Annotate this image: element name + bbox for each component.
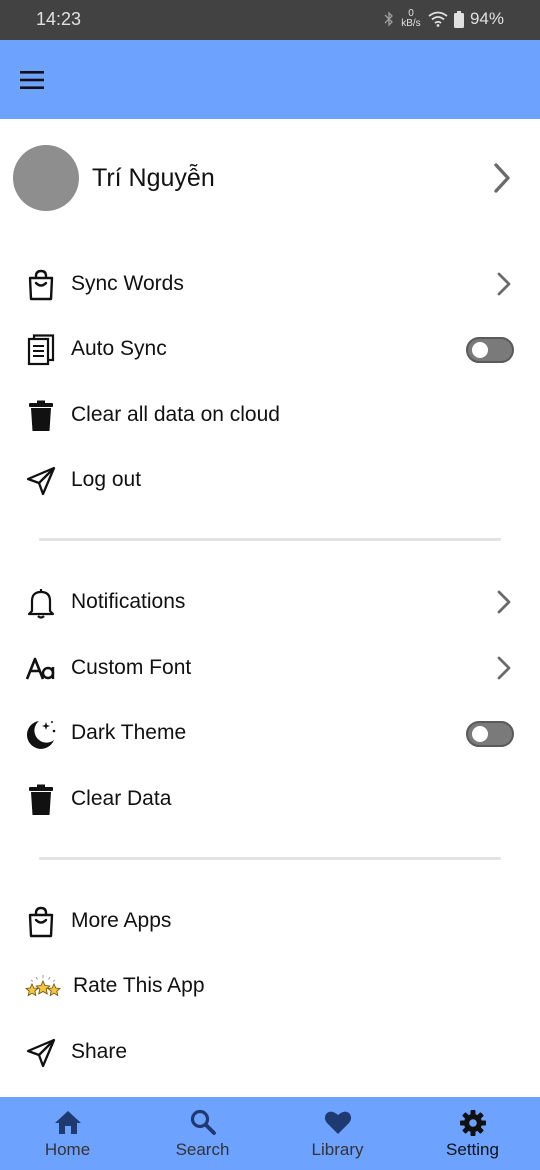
shopping-bag-icon	[24, 905, 58, 939]
share-label: Share	[71, 1040, 128, 1063]
net-speed-unit: kB/s	[401, 18, 421, 29]
sync-words-label: Sync Words	[71, 272, 184, 295]
status-bar: 14:23 0 kB/s 94%	[0, 0, 540, 40]
nav-library-label: Library	[311, 1140, 364, 1159]
font-icon	[24, 652, 58, 686]
avatar[interactable]	[13, 145, 79, 211]
stars-icon	[24, 970, 62, 1004]
battery-percent: 94%	[469, 9, 504, 28]
profile-name: Trí Nguyễn	[92, 164, 215, 192]
toggle-knob	[472, 726, 488, 742]
clear-data-row[interactable]: Clear Data	[0, 771, 540, 827]
clear-cloud-data-row[interactable]: Clear all data on cloud	[0, 387, 540, 443]
section-divider	[39, 538, 501, 541]
chevron-right-icon	[497, 590, 511, 614]
wifi-icon	[428, 11, 448, 27]
sync-words-row[interactable]: Sync Words	[0, 256, 540, 312]
status-time: 14:23	[36, 9, 82, 29]
hamburger-menu-icon[interactable]	[14, 62, 50, 98]
bottom-navigation: Home Search Library Setting	[0, 1097, 540, 1170]
net-speed: 0 kB/s	[400, 9, 422, 29]
nav-home[interactable]: Home	[0, 1097, 135, 1170]
more-apps-label: More Apps	[71, 909, 172, 932]
log-out-label: Log out	[71, 468, 142, 491]
auto-sync-row[interactable]: Auto Sync	[0, 321, 540, 377]
search-icon	[190, 1109, 216, 1135]
dark-theme-row[interactable]: Dark Theme	[0, 705, 540, 761]
chevron-right-icon	[494, 163, 510, 193]
chevron-right-icon	[497, 272, 511, 296]
document-icon	[24, 333, 58, 367]
heart-icon	[324, 1111, 351, 1134]
notifications-row[interactable]: Notifications	[0, 574, 540, 630]
rate-app-label: Rate This App	[73, 974, 205, 997]
app-bar	[0, 40, 540, 119]
rate-app-row[interactable]: Rate This App	[0, 958, 540, 1014]
nav-setting-label: Setting	[446, 1140, 499, 1159]
send-icon	[24, 464, 58, 498]
status-indicators: 0 kB/s 94%	[384, 9, 504, 29]
clear-data-label: Clear Data	[71, 787, 172, 810]
home-icon	[54, 1111, 81, 1134]
battery-icon	[453, 10, 464, 28]
custom-font-row[interactable]: Custom Font	[0, 640, 540, 696]
more-apps-row[interactable]: More Apps	[0, 893, 540, 949]
trash-icon	[24, 399, 58, 433]
dark-theme-toggle[interactable]	[466, 721, 514, 747]
shopping-bag-icon	[24, 268, 58, 302]
nav-search[interactable]: Search	[135, 1097, 270, 1170]
nav-search-label: Search	[175, 1140, 230, 1159]
notifications-label: Notifications	[71, 590, 186, 613]
send-icon	[24, 1036, 58, 1070]
toggle-knob	[472, 342, 488, 358]
section-divider	[39, 857, 501, 860]
auto-sync-toggle[interactable]	[466, 337, 514, 363]
trash-icon	[24, 783, 58, 817]
bell-icon	[24, 586, 58, 620]
bluetooth-icon	[384, 11, 393, 27]
clear-cloud-data-label: Clear all data on cloud	[71, 403, 280, 426]
log-out-row[interactable]: Log out	[0, 452, 540, 508]
gear-icon	[459, 1110, 486, 1136]
chevron-right-icon	[497, 656, 511, 680]
dark-theme-label: Dark Theme	[71, 721, 187, 744]
nav-setting[interactable]: Setting	[405, 1097, 540, 1170]
nav-home-label: Home	[44, 1140, 91, 1159]
custom-font-label: Custom Font	[71, 656, 192, 679]
nav-library[interactable]: Library	[270, 1097, 405, 1170]
moon-icon	[24, 717, 58, 751]
share-row[interactable]: Share	[0, 1024, 540, 1080]
auto-sync-label: Auto Sync	[71, 337, 167, 360]
profile-row[interactable]: Trí Nguyễn	[0, 140, 540, 216]
